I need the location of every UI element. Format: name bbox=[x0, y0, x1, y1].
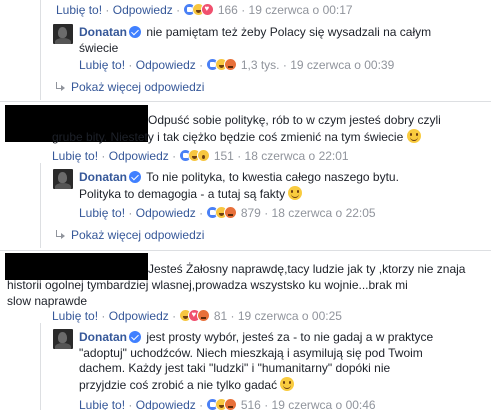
like-link[interactable]: Lubię to! bbox=[79, 206, 125, 220]
verified-badge-icon bbox=[129, 26, 141, 38]
separator: · bbox=[199, 206, 204, 220]
separator: · bbox=[105, 3, 110, 17]
comment-text: historii ogolnej tymbardziej wlasnej,pro… bbox=[7, 278, 408, 292]
like-link[interactable]: Lubię to! bbox=[52, 149, 98, 163]
angry-reaction-icon bbox=[224, 206, 238, 219]
timestamp[interactable]: 19 czerwca o 00:25 bbox=[238, 309, 342, 323]
comment-text: slow naprawde bbox=[7, 294, 88, 308]
separator: · bbox=[199, 398, 204, 410]
avatar[interactable] bbox=[53, 169, 73, 189]
avatar[interactable] bbox=[53, 329, 73, 349]
like-link[interactable]: Lubię to! bbox=[52, 309, 98, 323]
separator: · bbox=[199, 58, 204, 72]
separator: · bbox=[128, 398, 133, 410]
comment-text: Jesteś Żałosny naprawdę,tacy ludzie jak … bbox=[148, 262, 466, 276]
show-more-replies[interactable]: Pokaż więcej odpowiedzi bbox=[55, 228, 204, 243]
comment: Odpuść sobie politykę, rób to w czym jes… bbox=[148, 113, 488, 129]
author-name[interactable]: Donatan bbox=[79, 330, 127, 344]
redacted-author bbox=[5, 253, 148, 280]
author-name[interactable]: Donatan bbox=[79, 170, 127, 184]
separator: · bbox=[101, 309, 106, 323]
angry-reaction-icon bbox=[224, 58, 238, 71]
separator: · bbox=[172, 309, 177, 323]
separator: · bbox=[101, 149, 106, 163]
verified-badge-icon bbox=[129, 171, 141, 183]
separator: · bbox=[264, 398, 269, 410]
separator: · bbox=[241, 3, 246, 17]
author-name[interactable]: Donatan bbox=[79, 25, 127, 39]
separator: · bbox=[176, 3, 181, 17]
comment-actions: Lubię to! · Odpowiedz · 879 · 18 czerwca… bbox=[79, 206, 376, 221]
avatar[interactable] bbox=[53, 24, 73, 44]
reaction-count[interactable]: 1,3 tys. bbox=[241, 58, 280, 72]
timestamp[interactable]: 19 czerwca o 00:46 bbox=[272, 398, 376, 410]
reply-link[interactable]: Odpowiedz bbox=[109, 149, 169, 163]
comment-actions: Lubię to! · Odpowiedz · 81 · 19 czerwca … bbox=[52, 309, 342, 324]
like-link[interactable]: Lubię to! bbox=[56, 3, 102, 17]
reaction-count[interactable]: 879 bbox=[241, 206, 261, 220]
comment: Jesteś Żałosny naprawdę,tacy ludzie jak … bbox=[148, 262, 488, 278]
reply-comment: Donatan To nie polityka, to kwestia całe… bbox=[79, 170, 424, 202]
reaction-count[interactable]: 516 bbox=[241, 398, 261, 410]
angry-reaction-icon bbox=[224, 398, 238, 410]
reactions[interactable] bbox=[179, 309, 211, 323]
smile-emoji-icon bbox=[280, 376, 295, 391]
reply-link[interactable]: Odpowiedz bbox=[109, 309, 169, 323]
reactions[interactable] bbox=[206, 206, 238, 220]
reaction-count[interactable]: 151 bbox=[214, 149, 234, 163]
wow-reaction-icon bbox=[197, 149, 211, 162]
smile-emoji-icon bbox=[406, 129, 421, 143]
timestamp[interactable]: 18 czerwca o 22:01 bbox=[245, 149, 349, 163]
comment-text: Odpuść sobie politykę, rób to w czym jes… bbox=[148, 113, 441, 127]
reply-link[interactable]: Odpowiedz bbox=[136, 398, 196, 410]
comment-continued: grube bity. Niestety i tak ciężko będzie… bbox=[52, 129, 482, 146]
separator: · bbox=[230, 309, 235, 323]
separator: · bbox=[128, 58, 133, 72]
reactions[interactable] bbox=[206, 58, 238, 72]
love-reaction-icon bbox=[201, 3, 215, 16]
comment-continued: historii ogolnej tymbardziej wlasnej,pro… bbox=[7, 278, 487, 294]
reactions[interactable] bbox=[206, 398, 238, 410]
timestamp[interactable]: 19 czerwca o 00:39 bbox=[290, 58, 394, 72]
separator: · bbox=[128, 206, 133, 220]
separator: · bbox=[172, 149, 177, 163]
reply-comment: Donatan jest prosty wybór, jesteś za - t… bbox=[79, 330, 434, 393]
comment-continued: slow naprawde bbox=[7, 294, 487, 310]
like-link[interactable]: Lubię to! bbox=[79, 58, 125, 72]
comment-actions-top: Lubię to! · Odpowiedz · 166 · 19 czerwca… bbox=[56, 3, 353, 18]
show-more-replies[interactable]: Pokaż więcej odpowiedzi bbox=[55, 80, 204, 95]
reply-arrow-icon bbox=[55, 82, 65, 92]
smile-emoji-icon bbox=[288, 185, 303, 200]
reaction-count[interactable]: 81 bbox=[214, 309, 227, 323]
reply-link[interactable]: Odpowiedz bbox=[136, 58, 196, 72]
reply-link[interactable]: Odpowiedz bbox=[136, 206, 196, 220]
comment-actions: Lubię to! · Odpowiedz · 1,3 tys. · 19 cz… bbox=[79, 58, 394, 73]
reply-arrow-icon bbox=[55, 230, 65, 240]
comment-actions: Lubię to! · Odpowiedz · 516 · 19 czerwca… bbox=[79, 398, 376, 410]
separator: · bbox=[282, 58, 287, 72]
reactions[interactable] bbox=[183, 3, 215, 17]
like-link[interactable]: Lubię to! bbox=[79, 398, 125, 410]
angry-reaction-icon bbox=[197, 309, 211, 322]
reply-comment: Donatan nie pamiętam też żeby Polacy się… bbox=[79, 25, 459, 56]
reactions[interactable] bbox=[179, 149, 211, 163]
verified-badge-icon bbox=[129, 331, 141, 343]
reaction-count[interactable]: 166 bbox=[218, 3, 238, 17]
separator: · bbox=[264, 206, 269, 220]
reply-link[interactable]: Odpowiedz bbox=[113, 3, 173, 17]
separator: · bbox=[237, 149, 242, 163]
comment-text: grube bity. Niestety i tak ciężko będzie… bbox=[52, 130, 404, 144]
timestamp[interactable]: 19 czerwca o 00:17 bbox=[249, 3, 353, 17]
comment-actions: Lubię to! · Odpowiedz · 151 · 18 czerwca… bbox=[52, 149, 349, 164]
timestamp[interactable]: 18 czerwca o 22:05 bbox=[272, 206, 376, 220]
